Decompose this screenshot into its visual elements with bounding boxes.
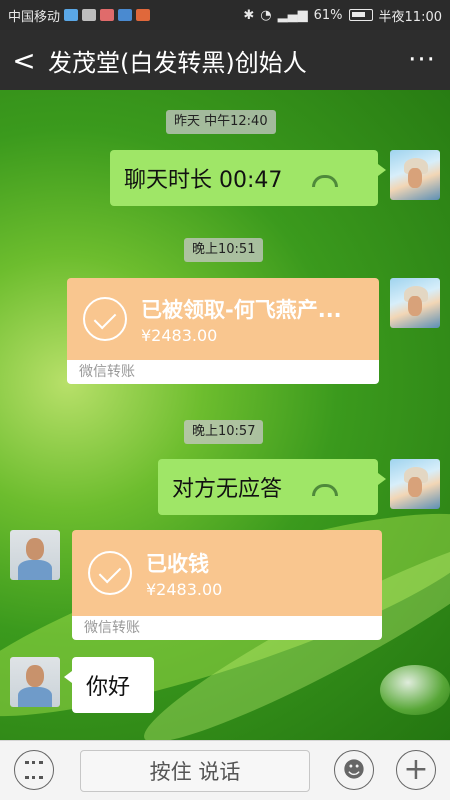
wifi-icon: ◔ [260, 7, 272, 23]
call-record-bubble[interactable]: 聊天时长 00:47 [110, 150, 386, 206]
transfer-status: 已被领取-何飞燕产... [141, 297, 342, 322]
status-bar: 中国移动 ✱ ◔ ▂▄▆ 61% 半夜11:00 [0, 0, 450, 30]
background-water-drop [380, 665, 450, 715]
timestamp: 昨天 中午12:40 [166, 110, 276, 134]
plus-icon: + [403, 752, 429, 787]
transfer-amount: ¥2483.00 [141, 325, 218, 345]
gallery-notification-icon [64, 9, 79, 21]
timestamp: 晚上10:57 [184, 420, 264, 444]
input-bar: 按住 说话 ☻ + [0, 740, 450, 800]
signal-icon: ▂▄▆ [277, 7, 308, 23]
chat-title: 发茂堂(白发转黑)创始人 [48, 48, 307, 77]
check-circle-icon [83, 297, 127, 341]
transfer-card-body: 已被领取-何飞燕产... ¥2483.00 [67, 278, 379, 360]
transfer-footer: 微信转账 [72, 616, 382, 640]
carrier-label: 中国移动 [8, 9, 61, 25]
check-circle-icon [88, 551, 132, 595]
timestamp: 晚上10:51 [184, 238, 264, 262]
transfer-footer: 微信转账 [67, 360, 379, 384]
transfer-amount: ¥2483.00 [146, 579, 223, 599]
my-avatar[interactable] [390, 278, 440, 328]
chat-area[interactable]: 昨天 中午12:40 聊天时长 00:47 晚上10:51 已被领取-何飞燕产.… [0, 90, 450, 740]
call-record-text: 对方无应答 [172, 477, 283, 502]
call-record-bubble[interactable]: 对方无应答 [158, 459, 386, 515]
chevron-left-icon: < [12, 43, 36, 77]
wechat-notification-icon [82, 9, 97, 21]
clock: 半夜11:00 [378, 9, 442, 25]
health-notification-icon [100, 9, 115, 21]
app-notification-icon [136, 9, 151, 21]
transfer-status: 已收钱 [146, 551, 209, 576]
contact-avatar[interactable] [10, 657, 60, 707]
emoji-button[interactable]: ☻ [334, 750, 374, 790]
shield-notification-icon [118, 9, 133, 21]
text-message-bubble[interactable]: 你好 [64, 657, 154, 713]
hold-to-talk-button[interactable]: 按住 说话 [80, 750, 310, 792]
keyboard-toggle-button[interactable] [14, 750, 54, 790]
more-options-button[interactable]: ··· [394, 30, 450, 90]
message-text: 你好 [86, 675, 131, 700]
back-button[interactable]: < [0, 30, 48, 90]
chat-header: < 发茂堂(白发转黑)创始人 ··· [0, 30, 450, 90]
battery-percent: 61% [313, 7, 343, 23]
battery-icon [348, 9, 373, 21]
more-actions-button[interactable]: + [396, 750, 436, 790]
call-record-text: 聊天时长 00:47 [124, 168, 283, 193]
phone-hangup-icon [312, 175, 339, 187]
bluetooth-icon: ✱ [243, 7, 255, 23]
transfer-card[interactable]: 已被领取-何飞燕产... ¥2483.00 微信转账 [67, 278, 379, 384]
transfer-card-body: 已收钱 ¥2483.00 [72, 530, 382, 616]
smiley-icon: ☻ [342, 757, 366, 783]
phone-hangup-icon [312, 484, 339, 496]
my-avatar[interactable] [390, 459, 440, 509]
my-avatar[interactable] [390, 150, 440, 200]
more-icon: ··· [408, 45, 436, 75]
contact-avatar[interactable] [10, 530, 60, 580]
transfer-card[interactable]: 已收钱 ¥2483.00 微信转账 [72, 530, 382, 640]
